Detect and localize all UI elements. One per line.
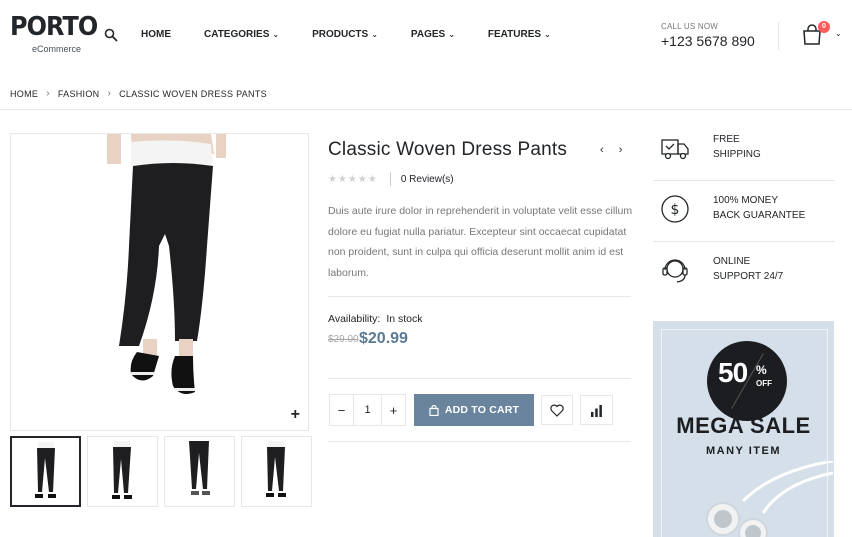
nav-item-home[interactable]: HOME [141,29,171,40]
divider [328,441,631,442]
truck-icon [661,139,689,160]
nav-label: PRODUCTS [312,29,369,40]
service-item-shipping: FREE SHIPPING [653,120,835,181]
thumbnail-strip [10,436,318,507]
product-title: Classic Woven Dress Pants [328,139,568,160]
chevron-right-icon: › [46,88,50,99]
chevron-right-icon: › [107,88,112,99]
breadcrumb: HOME › FASHION › CLASSIC WOVEN DRESS PAN… [10,88,267,99]
phone-number[interactable]: +123 5678 890 [661,33,755,49]
thumbnail-photo [189,441,210,495]
product-description: Duis aute irure dolor in reprehenderit i… [328,205,633,279]
next-product-icon[interactable]: › [619,144,623,156]
star-rating-icon: ★★★★★ [328,173,378,185]
availability-value: In stock [386,313,423,325]
product-rating: ★★★★★ 0 Review(s) [328,172,454,186]
divider [328,296,631,297]
thumbnail[interactable] [164,436,235,507]
service-subtitle: SHIPPING [713,149,761,160]
breadcrumb-home[interactable]: HOME [10,89,38,99]
banner-title: MEGA SALE [676,413,811,438]
prev-product-icon[interactable]: ‹ [600,144,604,156]
chevron-down-icon: ⌄ [448,30,455,39]
header-divider [778,22,779,50]
rating-divider [389,172,391,186]
current-price: $20.99 [359,330,408,347]
logo[interactable]: PORTO eCommerce [10,12,105,54]
availability: Availability: In stock [328,313,423,325]
service-list: FREE SHIPPING $ 100% MONEY BACK GUARANTE… [653,120,835,303]
service-title: FREE [713,134,740,145]
cart-count-badge: 0 [818,21,830,33]
dollar-icon: $ [661,195,689,223]
zoom-plus-icon[interactable]: + [291,406,300,424]
wishlist-button[interactable] [541,395,573,425]
service-subtitle: BACK GUARANTEE [713,210,806,221]
service-item-money-back: $ 100% MONEY BACK GUARANTEE [653,181,835,242]
discount-badge: 50 % OFF [707,341,787,421]
service-text: FREE SHIPPING [713,132,761,162]
nav-item-pages[interactable]: PAGES ⌄ [411,29,455,40]
main-nav: HOME CATEGORIES ⌄ PRODUCTS ⌄ PAGES ⌄ FEATUR… [141,29,584,40]
thumbnail[interactable] [241,436,312,507]
nav-label: FEATURES [487,29,542,40]
percent-sign: % [756,363,767,377]
call-us-label: CALL US NOW [661,22,719,31]
old-price: $29.00 [328,334,359,345]
breadcrumb-fashion[interactable]: FASHION [58,89,100,99]
earphones-image [706,461,833,537]
thumbnail[interactable] [87,436,158,507]
service-text: ONLINE SUPPORT 24/7 [713,254,783,284]
svg-text:$: $ [671,202,680,218]
site-header: PORTO eCommerce HOME CATEGORIES ⌄ PRODUCT… [0,0,852,70]
thumbnail-photo [112,441,132,499]
breadcrumb-bar: HOME › FASHION › CLASSIC WOVEN DRESS PAN… [0,70,852,110]
service-item-support: ONLINE SUPPORT 24/7 [653,242,835,303]
nav-label: PAGES [410,29,446,40]
quantity-decrease-button[interactable]: − [330,395,353,425]
availability-label: Availability: [328,313,381,325]
nav-item-categories[interactable]: CATEGORIES ⌄ [204,29,279,40]
divider [328,378,631,379]
nav-label: CATEGORIES [204,29,270,40]
logo-subtitle: eCommerce [32,44,82,54]
discount-percent: 50 [718,357,748,388]
service-text: 100% MONEY BACK GUARANTEE [713,193,805,223]
add-to-cart-label: ADD TO CART [444,404,520,416]
service-subtitle: SUPPORT 24/7 [713,271,784,282]
chevron-down-icon: ⌄ [272,30,280,39]
heart-icon [550,404,564,417]
nav-item-products[interactable]: PRODUCTS ⌄ [312,29,378,40]
breadcrumb-current: CLASSIC WOVEN DRESS PANTS [119,88,267,99]
chevron-down-icon[interactable]: ⌄ [835,29,842,38]
logo-text: PORTO [10,12,98,42]
product-photo [107,134,226,394]
service-title: ONLINE [713,256,751,267]
review-count-link[interactable]: 0 Review(s) [401,174,454,185]
quantity-increase-button[interactable]: + [382,395,405,425]
banner-subtitle: MANY ITEM [705,445,782,457]
headset-icon [662,259,688,283]
bar-chart-icon [591,404,602,417]
service-title: 100% MONEY [713,195,779,206]
quantity-stepper: − 1 + [329,394,406,426]
add-to-cart-button[interactable]: ADD TO CART [414,394,534,426]
search-icon[interactable] [104,28,118,42]
compare-button[interactable] [580,395,613,425]
chevron-down-icon: ⌄ [544,30,551,39]
thumbnail-photo [35,442,56,498]
quantity-input[interactable]: 1 [353,395,382,425]
thumbnail-photo [266,441,286,497]
sale-banner[interactable]: 50 % OFF MEGA SALE MANY ITEM [653,321,834,537]
chevron-down-icon: ⌄ [371,30,378,39]
product-pager: ‹ › [600,144,634,156]
nav-label: HOME [141,29,171,40]
product-main-image[interactable]: + [10,133,309,431]
shopping-bag-icon [429,404,439,416]
off-label: OFF [756,379,772,388]
thumbnail[interactable] [10,436,81,507]
nav-item-features[interactable]: FEATURES ⌄ [488,29,551,40]
